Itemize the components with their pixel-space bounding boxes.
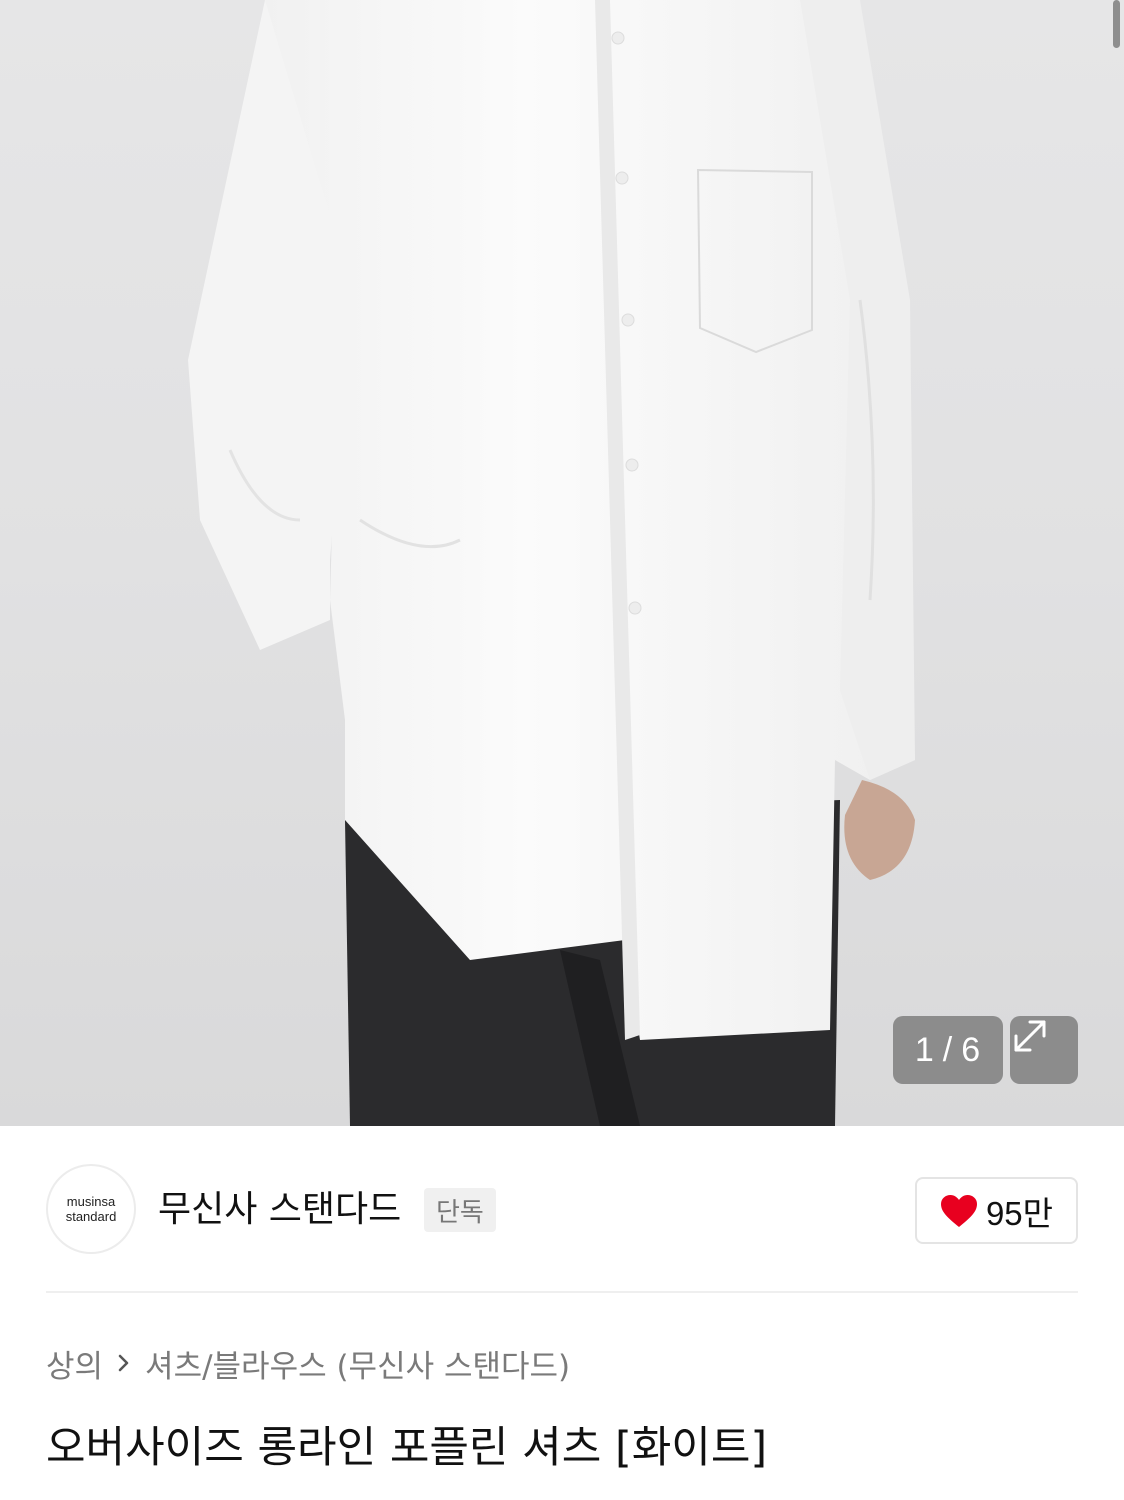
breadcrumb-category-top[interactable]: 상의	[46, 1341, 103, 1386]
brand-logo[interactable]: musinsa standard	[46, 1164, 136, 1254]
product-image-gallery[interactable]: 1 / 6	[0, 0, 1124, 1126]
like-count: 95만	[985, 1194, 1054, 1232]
total-image-count: 6	[961, 1030, 982, 1069]
brand-name-link[interactable]: 무신사 스탠다드	[158, 1186, 401, 1234]
exclusive-badge: 단독	[424, 1188, 496, 1232]
heart-icon	[940, 1194, 977, 1227]
expand-arrows-icon	[1014, 1020, 1046, 1052]
page-scrollbar[interactable]	[1113, 0, 1120, 48]
breadcrumb-category-shirts[interactable]: 셔츠/블라우스 (무신사 스탠다드)	[145, 1341, 570, 1386]
current-image-index: 1	[914, 1030, 935, 1069]
section-divider	[46, 1291, 1078, 1293]
counter-separator: /	[942, 1030, 954, 1069]
brand-logo-line1: musinsa	[66, 1194, 116, 1209]
like-button[interactable]: 95만	[915, 1177, 1078, 1244]
expand-image-button[interactable]	[1010, 1016, 1078, 1084]
chevron-right-icon	[117, 1352, 131, 1374]
brand-logo-line2: standard	[65, 1209, 117, 1224]
product-title: 오버사이즈 롱라인 포플린 셔츠 [화이트]	[46, 1423, 768, 1473]
image-counter: 1 / 6	[893, 1016, 1003, 1084]
breadcrumb: 상의 셔츠/블라우스 (무신사 스탠다드)	[46, 1340, 570, 1386]
product-photo	[188, 0, 915, 1126]
